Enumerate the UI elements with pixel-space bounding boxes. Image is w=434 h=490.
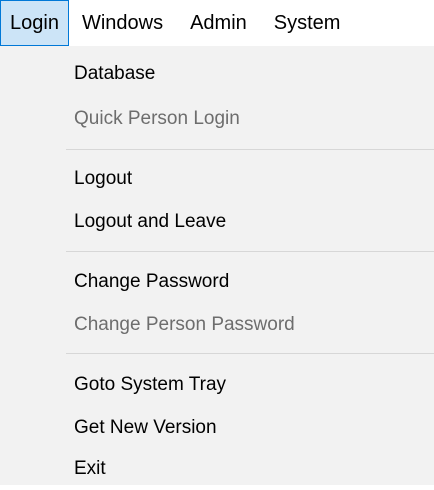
menu-item-get-new-version[interactable]: Get New Version	[0, 407, 434, 449]
menubar-item-system[interactable]: System	[261, 0, 355, 46]
menu-item-database[interactable]: Database	[0, 53, 434, 95]
menu-item-change-person-password: Change Person Password	[74, 314, 295, 335]
menu-separator	[66, 353, 434, 354]
menubar-item-login[interactable]: Login	[0, 0, 69, 46]
menu-item-goto-system-tray[interactable]: Goto System Tray	[0, 364, 434, 406]
menu-item-change-password[interactable]: Change Password	[0, 261, 434, 303]
menubar-item-admin[interactable]: Admin	[177, 0, 261, 46]
menu-item-logout[interactable]: Logout	[0, 158, 434, 200]
login-dropdown-menu: Database Quick Person Login Logout Logou…	[0, 46, 434, 485]
menubar-item-windows[interactable]: Windows	[69, 0, 177, 46]
menu-item-quick-person-login: Quick Person Login	[74, 108, 240, 129]
menu-item-exit[interactable]: Exit	[0, 448, 434, 490]
menu-separator	[66, 251, 434, 252]
menu-bar: Login Windows Admin System	[0, 0, 434, 46]
menu-separator	[66, 149, 434, 150]
menu-item-logout-and-leave[interactable]: Logout and Leave	[0, 201, 434, 243]
